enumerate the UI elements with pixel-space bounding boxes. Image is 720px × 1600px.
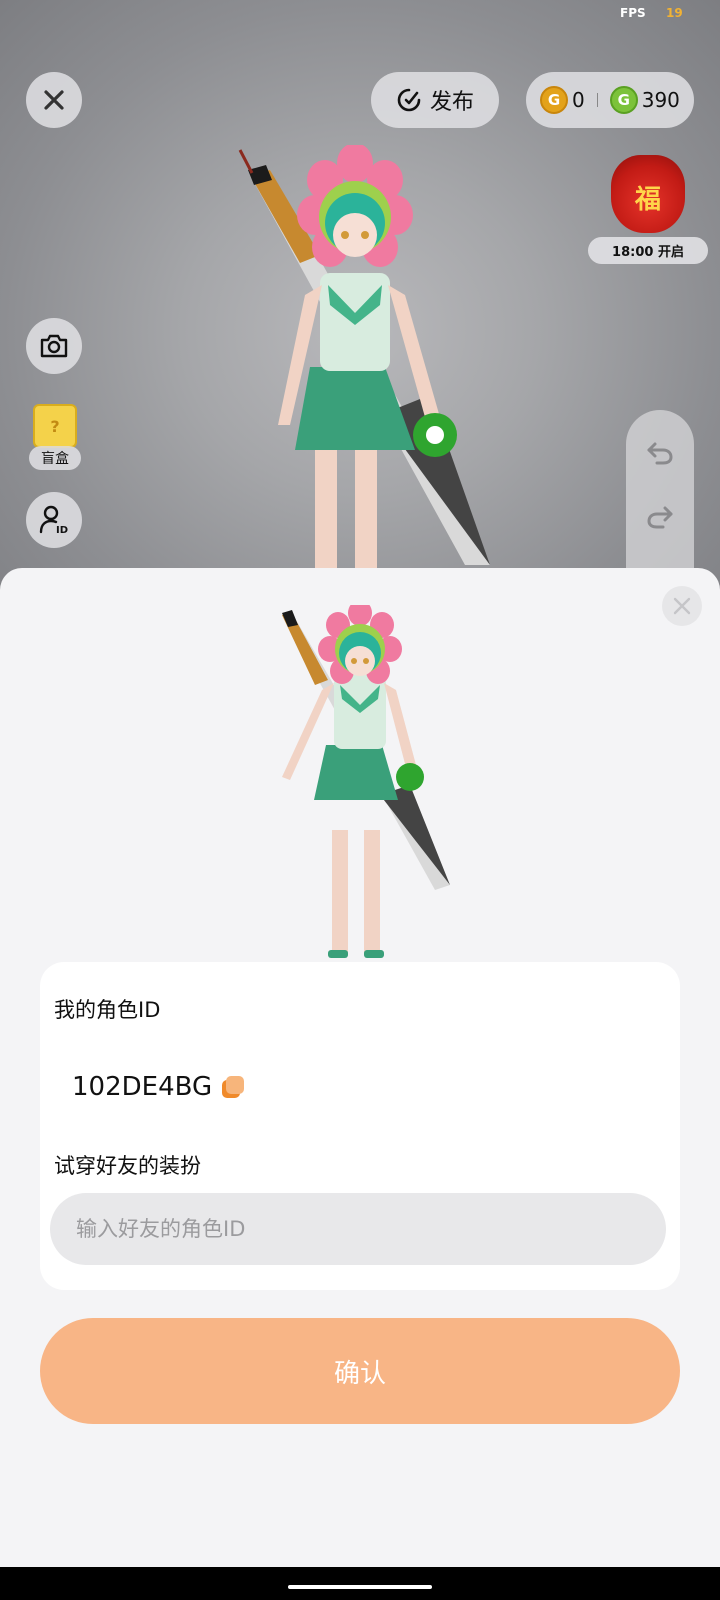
friend-id-input[interactable]: [50, 1193, 666, 1265]
avatar-id-card: 我的角色ID 102DE4BG 试穿好友的装扮: [40, 962, 680, 1290]
fps-value: 19: [666, 6, 683, 20]
my-id-row: 102DE4BG: [72, 1072, 245, 1102]
camera-button[interactable]: [26, 318, 82, 374]
sheet-close-button[interactable]: [662, 586, 702, 626]
lucky-bag-glyph: 福: [634, 185, 661, 215]
publish-label: 发布: [429, 90, 474, 115]
gold-coin-icon: G: [540, 86, 568, 114]
close-icon: [673, 597, 691, 615]
green-coin-count: 390: [641, 88, 680, 112]
publish-button[interactable]: 发布: [371, 72, 499, 128]
blindbox-label: 盲盒: [29, 446, 81, 470]
green-coin-icon: G: [609, 86, 638, 114]
svg-text:ID: ID: [56, 525, 68, 536]
tryon-label: 试穿好友的装扮: [54, 1154, 201, 1178]
close-icon: [44, 90, 64, 110]
copy-icon[interactable]: [222, 1076, 245, 1098]
lucky-bag-icon: 福: [611, 155, 685, 233]
gold-coin-count: 0: [572, 88, 585, 112]
event-time-label: 18:00 开启: [588, 237, 708, 264]
home-indicator[interactable]: [288, 1585, 432, 1589]
currency-divider: [596, 93, 598, 107]
avatar-id-button[interactable]: ID: [26, 492, 82, 548]
blindbox-button[interactable]: ? 盲盒: [26, 404, 84, 470]
my-id-value: 102DE4BG: [72, 1072, 213, 1102]
user-id-icon: ID: [39, 505, 68, 536]
fps-label: FPS: [620, 6, 646, 20]
confirm-button[interactable]: 确认: [40, 1318, 680, 1424]
close-button[interactable]: [26, 72, 82, 128]
publish-icon: [397, 88, 421, 112]
undo-icon[interactable]: [645, 440, 675, 466]
system-nav-bar: [0, 1567, 720, 1600]
avatar-figure[interactable]: [230, 145, 500, 575]
avatar-scene[interactable]: FPS 19 发布 G 0 G 390 福 18:00 开启 ? 盲盒 ID: [0, 0, 720, 600]
lucky-bag-event[interactable]: 福 18:00 开启: [588, 155, 708, 264]
redo-icon[interactable]: [645, 504, 675, 530]
my-id-label: 我的角色ID: [54, 998, 161, 1022]
currency-bar[interactable]: G 0 G 390: [526, 72, 694, 128]
camera-icon: [40, 334, 68, 358]
avatar-preview: [282, 605, 450, 958]
blindbox-icon: ?: [33, 404, 77, 448]
